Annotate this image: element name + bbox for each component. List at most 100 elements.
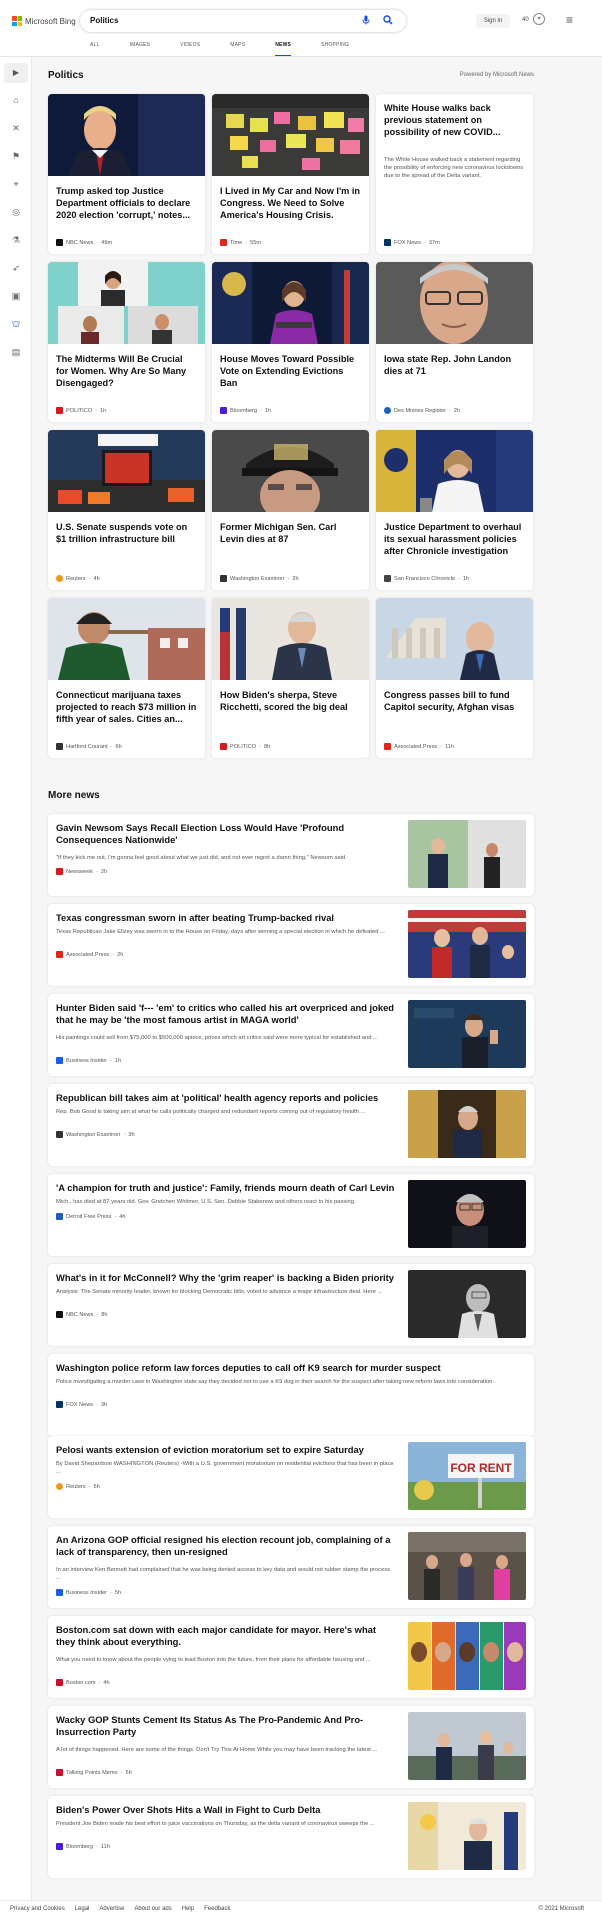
card-title[interactable]: How Biden's sherpa, Steve Ricchetti, sco…	[220, 689, 361, 713]
news-title[interactable]: Washington police reform law forces depu…	[56, 1362, 526, 1374]
news-list-item[interactable]: Republican bill takes aim at 'political'…	[48, 1084, 534, 1166]
globe-icon[interactable]: ◎	[8, 205, 24, 219]
page-footer: Privacy and Cookies Legal Advertise Abou…	[0, 1900, 602, 1917]
news-list-item[interactable]: An Arizona GOP official resigned his ele…	[48, 1526, 534, 1608]
tab-shopping[interactable]: SHOPPING	[321, 42, 349, 48]
news-title[interactable]: What's in it for McConnell? Why the 'gri…	[56, 1272, 396, 1284]
rewards-trophy-icon[interactable]: ♥	[533, 13, 545, 25]
tab-maps[interactable]: MAPS	[230, 42, 245, 48]
card-title[interactable]: I Lived in My Car and Now I'm in Congres…	[220, 185, 361, 221]
footer-link-advertise[interactable]: Advertise	[99, 1906, 124, 1912]
footer-link-legal[interactable]: Legal	[75, 1906, 90, 1912]
microphone-icon[interactable]	[360, 15, 372, 27]
news-list-item[interactable]: Gavin Newsom Says Recall Election Loss W…	[48, 814, 534, 896]
news-card[interactable]: Former Michigan Sen. Carl Levin dies at …	[212, 430, 369, 590]
news-card[interactable]: Iowa state Rep. John Landon dies at 71 D…	[376, 262, 533, 422]
news-list-item[interactable]: Texas congressman sworn in after beating…	[48, 904, 534, 986]
rewards-points[interactable]: 40	[522, 17, 529, 23]
news-source: Associated Press · 2h	[56, 951, 123, 958]
news-list-item[interactable]: 'A champion for truth and justice': Fami…	[48, 1174, 534, 1256]
news-list-item[interactable]: Boston.com sat down with each major cand…	[48, 1616, 534, 1698]
search-box[interactable]: Politics	[80, 10, 406, 32]
tab-images[interactable]: IMAGES	[130, 42, 151, 48]
card-source: Hartford Courant · 6h	[56, 743, 122, 750]
news-list-item[interactable]: Wacky GOP Stunts Cement Its Status As Th…	[48, 1706, 534, 1788]
footer-link-about-ads[interactable]: About our ads	[134, 1906, 171, 1912]
footer-link-help[interactable]: Help	[182, 1906, 194, 1912]
news-list-item[interactable]: Pelosi wants extension of eviction morat…	[48, 1436, 534, 1518]
politics-icon[interactable]: ⛫	[8, 317, 24, 331]
news-title[interactable]: Boston.com sat down with each major cand…	[56, 1624, 396, 1648]
news-title[interactable]: An Arizona GOP official resigned his ele…	[56, 1534, 396, 1558]
news-card[interactable]: Trump asked top Justice Department offic…	[48, 94, 205, 254]
news-source: Reuters · 5h	[56, 1483, 100, 1490]
news-title[interactable]: Republican bill takes aim at 'political'…	[56, 1092, 396, 1104]
card-source: POLITICO · 8h	[220, 743, 270, 750]
news-card[interactable]: How Biden's sherpa, Steve Ricchetti, sco…	[212, 598, 369, 758]
news-title[interactable]: Hunter Biden said 'f--- 'em' to critics …	[56, 1002, 396, 1026]
source-logo-icon	[56, 1401, 63, 1408]
news-list-item[interactable]: Hunter Biden said 'f--- 'em' to critics …	[48, 994, 534, 1076]
card-source: San Francisco Chronicle · 1h	[384, 575, 469, 582]
news-card[interactable]: U.S. Senate suspends vote on $1 trillion…	[48, 430, 205, 590]
news-card[interactable]: Justice Department to overhaul its sexua…	[376, 430, 533, 590]
news-card[interactable]: Congress passes bill to fund Capitol sec…	[376, 598, 533, 758]
sign-in-button[interactable]: Sign in	[476, 14, 510, 28]
news-title[interactable]: Texas congressman sworn in after beating…	[56, 912, 396, 924]
footer-link-privacy[interactable]: Privacy and Cookies	[10, 1906, 65, 1912]
card-title[interactable]: Former Michigan Sen. Carl Levin dies at …	[220, 521, 361, 545]
news-title[interactable]: Wacky GOP Stunts Cement Its Status As Th…	[56, 1714, 396, 1738]
entertainment-icon[interactable]: ▣	[8, 289, 24, 303]
card-title[interactable]: Trump asked top Justice Department offic…	[56, 185, 197, 221]
hamburger-menu-icon[interactable]: ≡	[566, 14, 573, 26]
news-title[interactable]: Gavin Newsom Says Recall Election Loss W…	[56, 822, 396, 846]
card-image	[48, 430, 205, 512]
science-icon[interactable]: ⚗	[8, 233, 24, 247]
source-logo-icon	[220, 575, 227, 582]
source-logo-icon	[56, 1213, 63, 1220]
card-title[interactable]: White House walks back previous statemen…	[384, 102, 525, 138]
card-source: Associated Press · 11h	[384, 743, 454, 750]
news-card[interactable]: The Midterms Will Be Crucial for Women. …	[48, 262, 205, 422]
news-card[interactable]: House Moves Toward Possible Vote on Exte…	[212, 262, 369, 422]
card-title[interactable]: Justice Department to overhaul its sexua…	[384, 521, 525, 557]
card-title[interactable]: House Moves Toward Possible Vote on Exte…	[220, 353, 361, 389]
footer-link-feedback[interactable]: Feedback	[204, 1906, 230, 1912]
news-card[interactable]: Connecticut marijuana taxes projected to…	[48, 598, 205, 758]
flag-icon[interactable]: ⚑	[8, 149, 24, 163]
card-source: Des Moines Register · 2h	[384, 407, 460, 414]
news-title[interactable]: Pelosi wants extension of eviction morat…	[56, 1444, 396, 1456]
tab-videos[interactable]: VIDEOS	[180, 42, 200, 48]
news-source: Bloomberg · 11h	[56, 1843, 110, 1850]
home-icon[interactable]: ⌂	[8, 93, 24, 107]
search-tabs: ALL IMAGES VIDEOS MAPS NEWS SHOPPING	[90, 42, 379, 57]
news-card[interactable]: White House walks back previous statemen…	[376, 94, 533, 254]
news-card[interactable]: I Lived in My Car and Now I'm in Congres…	[212, 94, 369, 254]
news-snippet: A lot of things happened. Here are some …	[56, 1747, 378, 1753]
news-title[interactable]: Biden's Power Over Shots Hits a Wall in …	[56, 1804, 396, 1816]
card-title[interactable]: The Midterms Will Be Crucial for Women. …	[56, 353, 197, 389]
copyright: © 2021 Microsoft	[538, 1906, 584, 1912]
sports-icon[interactable]: ✕	[8, 121, 24, 135]
card-title[interactable]: Connecticut marijuana taxes projected to…	[56, 689, 197, 725]
bing-logo[interactable]: Microsoft Bing	[12, 16, 76, 26]
tab-all[interactable]: ALL	[90, 42, 100, 48]
tab-news[interactable]: NEWS	[275, 42, 291, 57]
money-icon[interactable]: ▤	[8, 345, 24, 359]
card-title[interactable]: Congress passes bill to fund Capitol sec…	[384, 689, 525, 713]
search-icon[interactable]	[382, 15, 394, 27]
news-title[interactable]: 'A champion for truth and justice': Fami…	[56, 1182, 396, 1194]
news-source: Talking Points Memo · 5h	[56, 1769, 132, 1776]
expand-icon[interactable]: ▶	[4, 63, 28, 83]
news-list-item[interactable]: What's in it for McConnell? Why the 'gri…	[48, 1264, 534, 1346]
source-logo-icon	[56, 1057, 63, 1064]
card-title[interactable]: U.S. Senate suspends vote on $1 trillion…	[56, 521, 197, 545]
rocket-icon[interactable]: ➶	[8, 261, 24, 275]
card-title[interactable]: Iowa state Rep. John Landon dies at 71	[384, 353, 525, 377]
source-logo-icon	[56, 1311, 63, 1318]
location-icon[interactable]: ⌖	[8, 177, 24, 191]
news-list-item[interactable]: Washington police reform law forces depu…	[48, 1354, 534, 1436]
search-input[interactable]: Politics	[90, 16, 118, 25]
card-source: NBC News · 49m	[56, 239, 112, 246]
news-list-item[interactable]: Biden's Power Over Shots Hits a Wall in …	[48, 1796, 534, 1878]
